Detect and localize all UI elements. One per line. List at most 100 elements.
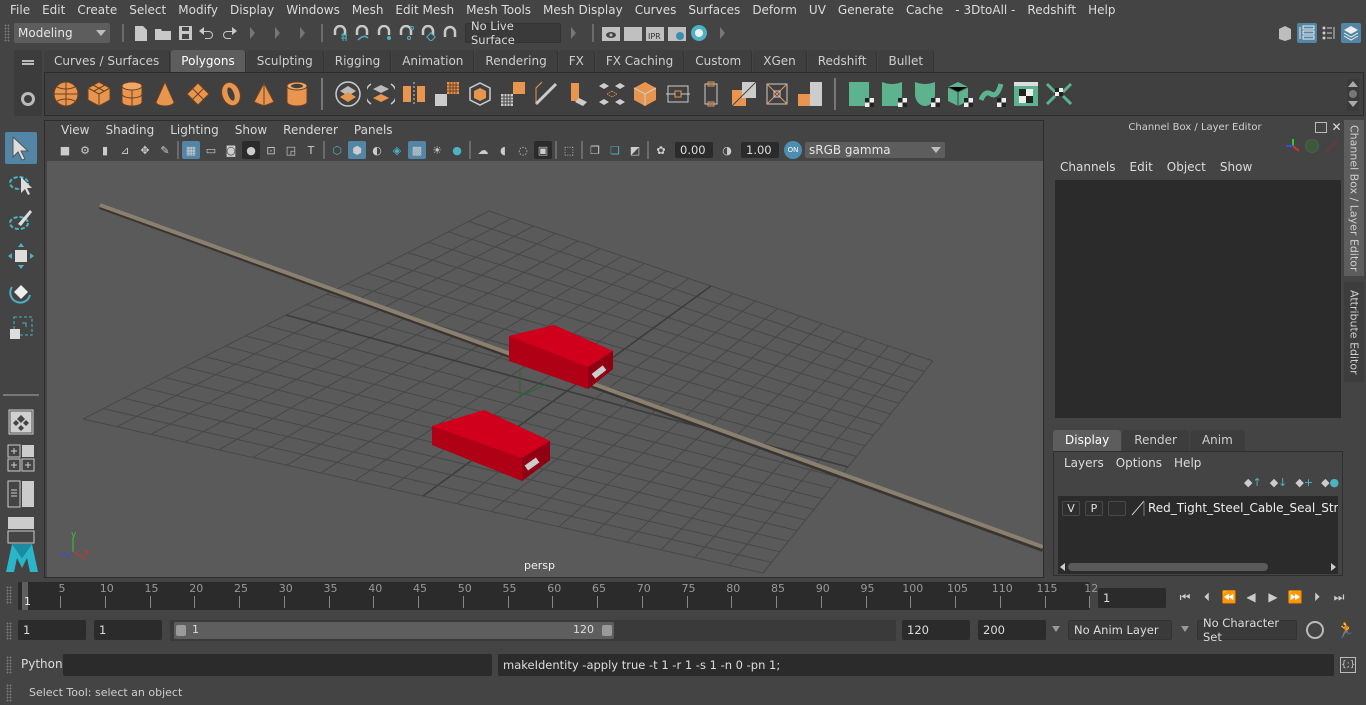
current-frame-field[interactable]: 1 — [1098, 588, 1166, 608]
menu-create[interactable]: Create — [71, 3, 123, 17]
menu-mesh[interactable]: Mesh — [346, 3, 390, 17]
viewport-menu-panels[interactable]: Panels — [346, 123, 401, 137]
anim-layer-selector[interactable]: No Anim Layer — [1068, 620, 1172, 640]
menu-edit-mesh[interactable]: Edit Mesh — [389, 3, 460, 17]
shelf-tab-curves-surfaces[interactable]: Curves / Surfaces — [44, 50, 171, 72]
layer-tab-display[interactable]: Display — [1053, 430, 1122, 451]
separate-icon[interactable] — [366, 80, 395, 108]
uv-layout-icon[interactable] — [1045, 80, 1073, 108]
image-plane-icon[interactable]: ⊿ — [116, 141, 134, 159]
camera-attributes-icon[interactable]: ⚙ — [76, 141, 94, 159]
scroll-down-icon[interactable] — [1348, 101, 1358, 107]
poly-sphere-icon[interactable] — [52, 80, 80, 108]
bookmark-icon[interactable]: ▮ — [96, 141, 114, 159]
extrude-icon[interactable] — [565, 80, 593, 108]
isolate-select-icon[interactable]: ⬚ — [560, 141, 578, 159]
poly-pipe-icon[interactable] — [283, 80, 311, 108]
xray-joints-icon[interactable]: ❐ — [586, 141, 604, 159]
3d-viewport[interactable]: y x z persp — [47, 161, 1043, 577]
menu-surfaces[interactable]: Surfaces — [682, 3, 746, 17]
motion-blur-icon[interactable]: ◖ — [494, 141, 512, 159]
viewport-menu-renderer[interactable]: Renderer — [275, 123, 346, 137]
menu-mesh-display[interactable]: Mesh Display — [537, 3, 629, 17]
attribute-editor-toggle-icon[interactable] — [1297, 23, 1317, 43]
x-ray-icon[interactable]: ◈ — [388, 141, 406, 159]
scrollbar-thumb[interactable] — [1068, 563, 1268, 571]
gamma-field[interactable]: 1.00 — [741, 142, 779, 158]
speed-icon[interactable] — [1305, 139, 1319, 153]
screen-space-ao-icon[interactable]: ☁ — [474, 141, 492, 159]
save-scene-icon[interactable] — [175, 23, 195, 43]
menu-generate[interactable]: Generate — [832, 3, 900, 17]
snap-view-plane-icon[interactable] — [396, 23, 416, 43]
offset-edge-loop-icon[interactable] — [697, 80, 725, 108]
character-set-selector[interactable]: No Character Set — [1197, 616, 1297, 644]
textured-icon[interactable]: ▩ — [408, 141, 426, 159]
step-back-key-icon[interactable]: ⏪ — [1220, 588, 1238, 606]
depth-of-field-icon[interactable]: ▣ — [534, 141, 552, 159]
command-grip[interactable] — [6, 656, 12, 674]
playback-start-field[interactable]: 1 — [94, 620, 162, 640]
lasso-tool-button[interactable] — [5, 168, 37, 200]
exposure-field[interactable]: 0.00 — [675, 142, 713, 158]
playback-end-field[interactable]: 120 — [902, 620, 970, 640]
cylindrical-uv-icon[interactable] — [880, 80, 908, 108]
shelf-scroll[interactable] — [1347, 79, 1359, 111]
shelf-tab-animation[interactable]: Animation — [392, 50, 475, 72]
menu-select[interactable]: Select — [123, 3, 172, 17]
collapse-arrow-icon[interactable] — [720, 27, 725, 39]
menu-curves[interactable]: Curves — [629, 3, 683, 17]
poly-cube-icon[interactable] — [85, 80, 113, 108]
move-layer-down-icon[interactable]: ◆↓ — [1270, 476, 1288, 489]
use-all-lights-icon[interactable]: ☀ — [428, 141, 446, 159]
color-management-toggle-icon[interactable]: ON — [784, 141, 802, 159]
target-weld-icon[interactable] — [763, 80, 791, 108]
collapse-arrow-icon[interactable] — [300, 27, 305, 39]
menu-mesh-tools[interactable]: Mesh Tools — [460, 3, 537, 17]
undo-icon[interactable] — [197, 23, 217, 43]
side-tab-attribute-editor[interactable]: Attribute Editor — [1344, 282, 1364, 382]
gate-mask-icon[interactable]: ● — [242, 141, 260, 159]
bevel-icon[interactable] — [499, 80, 527, 108]
snap-grid-icon[interactable] — [330, 23, 350, 43]
collapse-arrow-icon[interactable] — [275, 27, 280, 39]
step-forward-key-icon[interactable]: ⏩ — [1286, 588, 1304, 606]
viewport-menu-show[interactable]: Show — [227, 123, 275, 137]
shelf-tab-bullet[interactable]: Bullet — [878, 50, 935, 72]
shelf-tab-rigging[interactable]: Rigging — [324, 50, 392, 72]
outliner-persp-layout-button[interactable] — [5, 478, 37, 510]
shelf-tab-polygons[interactable]: Polygons — [171, 50, 246, 72]
layer-menu-layers[interactable]: Layers — [1058, 456, 1110, 470]
range-slider-track[interactable]: 1 120 — [170, 620, 896, 641]
shelf-tab-fx-caching[interactable]: FX Caching — [595, 50, 685, 72]
range-start-handle[interactable] — [176, 625, 186, 636]
range-end-handle[interactable] — [602, 625, 612, 636]
shelf-tab-rendering[interactable]: Rendering — [475, 50, 558, 72]
layer-list-scrollbar[interactable] — [1060, 562, 1336, 572]
script-editor-icon[interactable]: {;} — [1340, 657, 1356, 673]
select-camera-icon[interactable]: ■ — [56, 141, 74, 159]
layer-display-type-toggle[interactable] — [1108, 500, 1126, 516]
scroll-right-icon[interactable] — [1331, 563, 1336, 571]
fill-hole-icon[interactable] — [796, 80, 824, 108]
range-grip[interactable] — [6, 622, 12, 640]
make-live-icon[interactable] — [440, 23, 460, 43]
collapse-arrow-icon[interactable] — [571, 27, 576, 39]
go-to-start-icon[interactable]: ⏮ — [1176, 588, 1194, 606]
poly-plane-icon[interactable] — [184, 80, 212, 108]
scroll-up-icon[interactable] — [1348, 81, 1358, 87]
new-scene-icon[interactable] — [131, 23, 151, 43]
channel-box-area[interactable] — [1055, 180, 1341, 418]
gear-icon[interactable] — [21, 92, 35, 106]
anim-layer-dropdown-icon[interactable] — [1052, 626, 1060, 632]
wireframe-on-shaded-icon[interactable]: ◐ — [368, 141, 386, 159]
channel-box-menu-edit[interactable]: Edit — [1123, 160, 1160, 174]
grid-toggle-icon[interactable]: ▦ — [182, 141, 200, 159]
shelf-menu-icon[interactable] — [1349, 90, 1357, 98]
layer-playback-toggle[interactable]: P — [1085, 500, 1103, 516]
unfold-uv-icon[interactable] — [978, 80, 1007, 108]
auto-key-icon[interactable] — [1306, 621, 1324, 639]
play-forwards-icon[interactable]: ▶ — [1264, 588, 1282, 606]
snap-point-icon[interactable] — [374, 23, 394, 43]
hyper-icon[interactable] — [1325, 139, 1339, 153]
